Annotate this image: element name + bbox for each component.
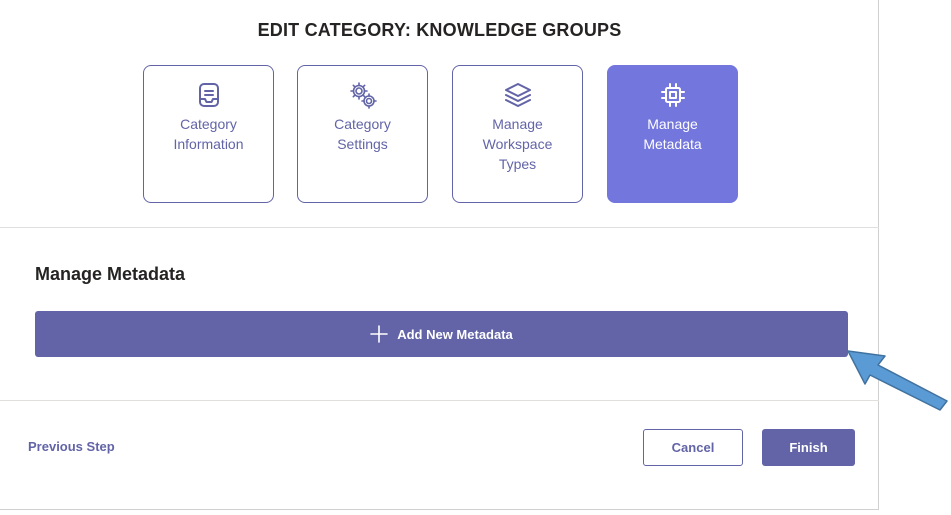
step-category-settings[interactable]: Category Settings [297, 65, 428, 203]
divider [0, 227, 879, 228]
previous-step-link[interactable]: Previous Step [28, 439, 115, 454]
step-manage-workspace-types[interactable]: Manage Workspace Types [452, 65, 583, 203]
step-category-information[interactable]: Category Information [143, 65, 274, 203]
step-label: Category Settings [334, 116, 391, 152]
step-manage-metadata[interactable]: Manage Metadata [607, 65, 738, 203]
gears-icon [349, 82, 377, 109]
add-button-label: Add New Metadata [397, 326, 513, 342]
plus-icon [370, 325, 389, 343]
add-new-metadata-button[interactable]: Add New Metadata [35, 311, 848, 357]
edit-category-dialog: EDIT CATEGORY: KNOWLEDGE GROUPS Category… [0, 0, 879, 510]
finish-button[interactable]: Finish [762, 429, 855, 466]
inbox-icon [198, 83, 219, 107]
section-title: Manage Metadata [35, 264, 186, 284]
step-label: Category Information [173, 116, 244, 152]
chip-icon [660, 83, 685, 107]
step-label: Manage Workspace Types [482, 116, 553, 172]
cancel-button[interactable]: Cancel [643, 429, 743, 466]
dialog-title: EDIT CATEGORY: KNOWLEDGE GROUPS [257, 20, 622, 40]
layers-icon [504, 83, 531, 107]
step-label: Manage Metadata [643, 116, 702, 152]
divider [0, 400, 879, 401]
annotation-arrow-icon [847, 350, 948, 411]
